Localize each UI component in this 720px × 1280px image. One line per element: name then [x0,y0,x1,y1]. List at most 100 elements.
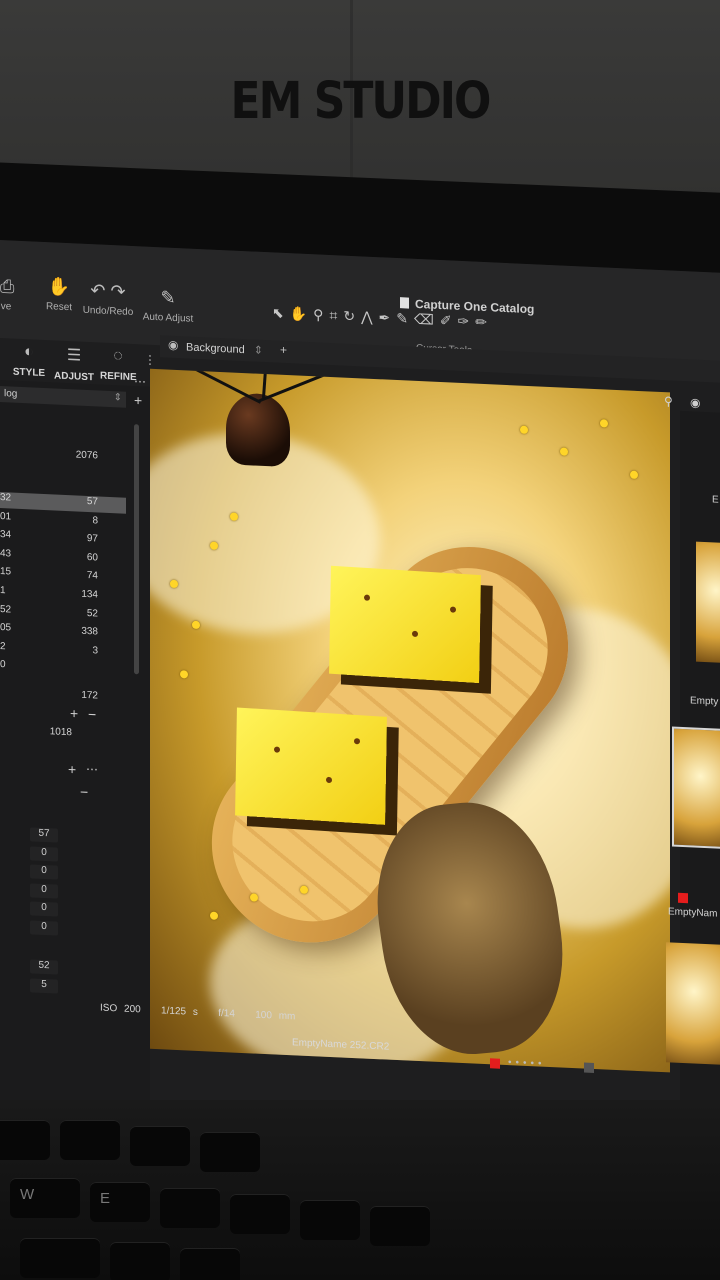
chevron-updown-icon: ⇕ [253,344,263,357]
main-image-viewer[interactable] [150,368,670,1073]
keyboard-key [200,1132,260,1172]
reset-button[interactable]: ✋ Reset [42,276,76,314]
list-item-value: 57 [86,495,98,508]
seed [450,606,456,613]
value-field[interactable]: 0 [30,901,58,917]
auto-adjust-button[interactable]: ✎ Auto Adjust [140,286,196,325]
refine-icon: ◌ [113,347,123,365]
eye-icon[interactable]: ◉ [690,395,700,409]
brush-tool-icon[interactable]: ✎ [396,310,414,327]
save-button[interactable]: ⎙ ve [0,276,15,313]
list-item-key: 01 [0,510,12,523]
list-item-value: 3 [92,644,98,657]
spot-tool-icon[interactable]: ✒ [379,309,397,326]
dried-flower [520,425,528,434]
list-item-key: 34 [0,529,12,541]
chevron-updown-icon: ⇕ [113,392,122,404]
list-item-key: 15 [0,566,12,578]
value-field[interactable]: 57 [30,827,58,843]
seed [354,738,360,745]
undo-icon: ↶ ↷ [90,280,126,302]
keyboard-key-w: W [10,1178,80,1218]
list-item-key: 1 [0,585,6,597]
save-icon: ⎙ [0,276,15,297]
dried-flower [560,447,568,456]
list-item-key: 05 [0,622,12,634]
eye-icon[interactable]: ◉ [168,338,178,352]
add-icon[interactable]: + [70,705,78,721]
seed [412,630,418,637]
keyboard-key [230,1194,290,1234]
keyboard: W E [0,1120,720,1280]
thumbnail-item[interactable] [696,541,720,664]
keyboard-key [0,1120,50,1160]
thumbnail-label: EmptyNam [668,906,718,920]
more-icon[interactable]: ⋮ [144,353,156,368]
thumbnail-label: Empty [690,695,719,708]
more-icon[interactable]: ⋯ [86,762,98,777]
search-icon[interactable]: ⚲ [664,394,673,408]
list-item-value: 338 [81,625,98,638]
rotate-tool-icon[interactable]: ↻ [343,308,361,325]
dried-flower [210,911,218,920]
dried-flower [180,670,188,679]
thumbnail-item[interactable] [666,942,720,1066]
list-item-value: 74 [86,570,98,582]
loupe-tool-icon[interactable]: ⚲ [313,306,329,323]
value-field[interactable]: 0 [30,882,58,899]
list-item-value: 97 [86,533,98,545]
add-icon[interactable]: + [134,392,142,408]
value-field[interactable]: 0 [30,864,58,880]
dried-flower [300,885,308,894]
list-item-key: 43 [0,547,12,560]
list-item-value: 8 [92,514,98,527]
annotate-tool-icon[interactable]: ✏ [475,314,493,331]
rating-dots[interactable]: ••••• [508,1057,546,1070]
tab-refine[interactable]: ◌ REFINE [100,347,137,383]
sliders-icon: ☰ [66,347,82,365]
more-icon[interactable]: ⋯ [134,374,146,389]
dried-flower [600,419,608,428]
color-tag-red[interactable] [678,892,688,904]
soap-bar-top [329,565,481,684]
add-icon[interactable]: + [68,761,76,777]
diffuser-stick [258,368,342,403]
reset-icon: ✋ [47,276,71,298]
undo-redo-button[interactable]: ↶ ↷ Undo/Redo [80,280,136,319]
color-tag-red[interactable] [490,1058,500,1069]
diffuser-bottle [226,392,290,468]
crop-tool-icon[interactable]: ⌗ [329,307,343,324]
soap-bar-bottom [235,707,387,825]
pointer-tool-icon[interactable]: ⬉ [272,304,290,321]
value-field[interactable]: 0 [30,845,58,862]
value-field[interactable]: 52 [30,959,58,975]
dried-flower [630,470,638,479]
value-field[interactable]: 5 [30,977,58,994]
left-scrollbar[interactable] [134,424,139,675]
value-field[interactable]: 0 [30,919,58,936]
dried-flower [250,893,258,902]
list-item-value: 134 [81,588,98,601]
eraser-tool-icon[interactable]: ⌫ [414,311,440,328]
seed [326,776,332,784]
add-layer-icon[interactable]: + [280,343,287,357]
seed [274,746,280,753]
tab-adjust[interactable]: ☰ ADJUST [54,344,94,383]
collapse-icon[interactable]: − [80,784,88,800]
pan-tool-icon[interactable]: ✋ [290,305,313,322]
thumbnail-toggle[interactable] [584,1062,594,1073]
keyboard-key [20,1238,100,1278]
capture-one-window: ⎙ ve ✋ Reset ↶ ↷ Undo/Redo ✎ Auto Adjust… [0,240,720,1144]
remove-icon[interactable]: − [88,706,96,722]
keystone-tool-icon[interactable]: ⋀ [361,308,378,325]
list-item-key: 32 [0,492,12,504]
keyboard-key [60,1120,120,1160]
keyboard-key [370,1206,430,1246]
gradient-tool-icon[interactable]: ✐ [440,312,458,329]
seed [364,594,370,601]
picker-tool-icon[interactable]: ✑ [458,313,476,330]
thumbnail-item-selected[interactable] [672,726,720,850]
overlay-title: EM STUDIO [230,72,492,131]
tab-style[interactable]: ◐ STYLE [12,343,46,380]
dried-flower [230,512,238,521]
